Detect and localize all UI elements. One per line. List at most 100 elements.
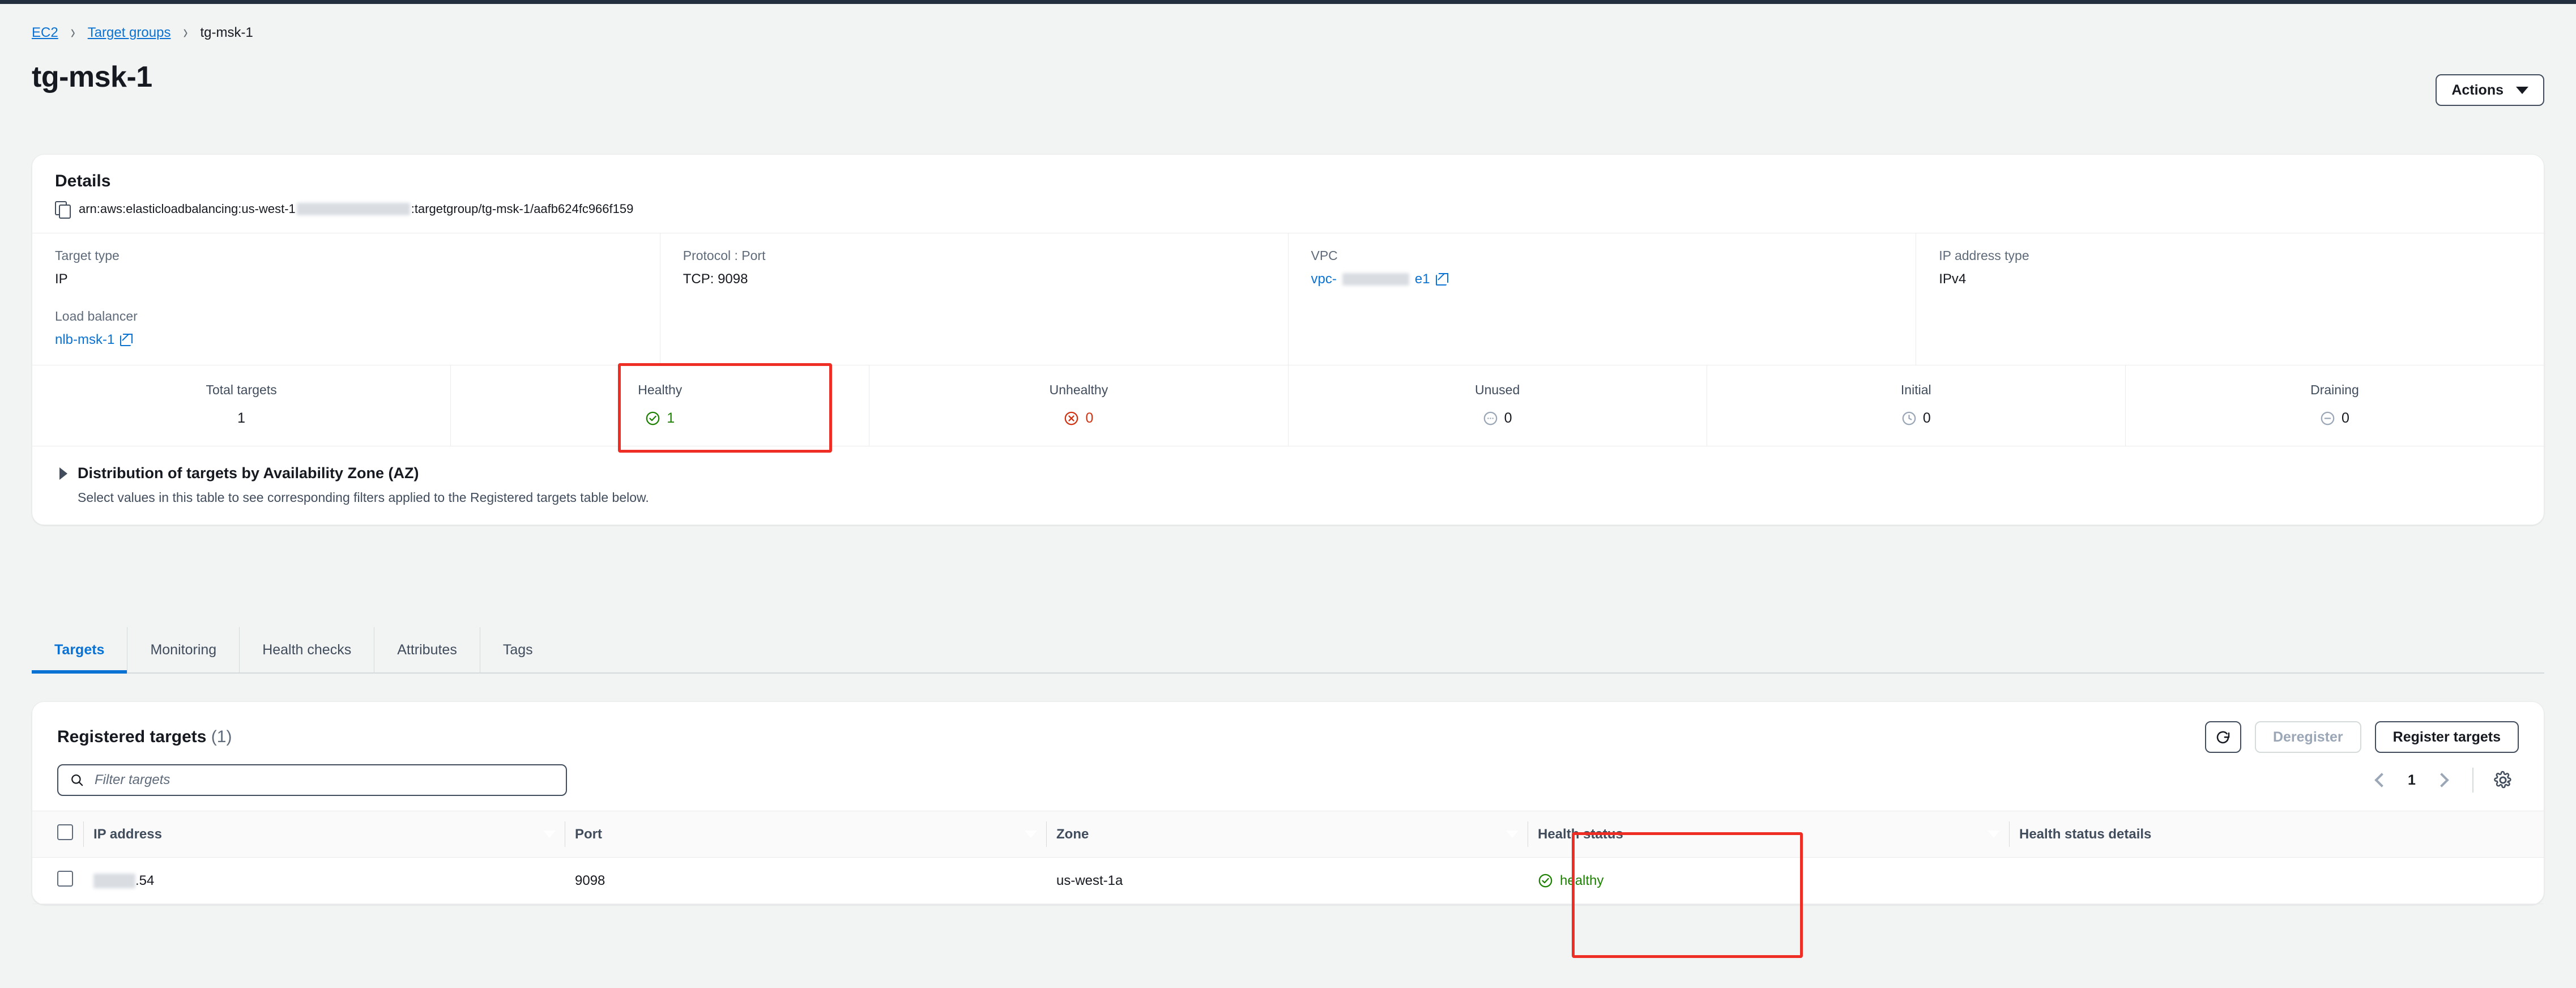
field-protocol-port: Protocol : Port TCP: 9098 (683, 248, 1265, 287)
tab-tags[interactable]: Tags (480, 627, 556, 672)
sort-icon[interactable] (542, 829, 557, 838)
search-icon (71, 774, 83, 786)
arn-prefix: arn:aws:elasticloadbalancing:us-west-1 (79, 202, 296, 216)
field-ip-address-type-value: IPv4 (1939, 271, 1967, 287)
cell-health-status-text: healthy (1560, 872, 1604, 888)
details-header: Details arn:aws:elasticloadbalancing:us-… (32, 155, 2544, 233)
stat-unused-value-wrap: 0 (1289, 410, 1707, 427)
arn-redacted-account-id (296, 203, 410, 215)
filter-targets-input[interactable] (95, 772, 555, 788)
column-header-ip-address-label: IP address (93, 826, 162, 842)
table-settings-button[interactable] (2487, 764, 2519, 796)
stat-initial-label: Initial (1900, 382, 1931, 397)
table-header: IP address Port Zone Health status Healt… (32, 811, 2544, 858)
actions-button-label: Actions (2451, 82, 2504, 98)
column-divider (2009, 821, 2010, 847)
field-vpc-label: VPC (1311, 248, 1338, 263)
arn-suffix: :targetgroup/tg-msk-1/aafb624fc966f159 (411, 202, 634, 216)
column-header-zone[interactable]: Zone (1046, 811, 1528, 858)
chevron-down-icon (2516, 86, 2528, 94)
page-title: tg-msk-1 (32, 61, 152, 93)
stat-healthy-value: 1 (667, 410, 675, 426)
registered-targets-count: (1) (211, 727, 232, 746)
registered-targets-filter-row: 1 (32, 759, 2544, 811)
tab-monitoring[interactable]: Monitoring (127, 627, 240, 672)
pagination-page-number[interactable]: 1 (2399, 772, 2425, 789)
console-top-bar (0, 0, 2576, 4)
select-all-header (32, 811, 83, 858)
details-column-3: VPC vpc- e1 (1287, 233, 1916, 365)
stat-unused-value: 0 (1504, 410, 1512, 426)
stat-unhealthy-value-wrap: 0 (869, 410, 1287, 427)
copy-icon[interactable] (55, 201, 71, 219)
arn-row: arn:aws:elasticloadbalancing:us-west-1 :… (55, 201, 2521, 233)
x-circle-icon (1065, 411, 1078, 425)
stat-unused: Unused 0 (1287, 365, 1707, 446)
tab-targets[interactable]: Targets (32, 627, 128, 674)
refresh-icon (2216, 731, 2230, 744)
breadcrumb-item-ec2[interactable]: EC2 (32, 26, 58, 40)
tab-health-checks-label: Health checks (262, 641, 352, 658)
select-all-checkbox[interactable] (57, 824, 73, 840)
pagination-prev-button[interactable] (2365, 764, 2399, 796)
breadcrumb-separator-icon: › (70, 21, 75, 44)
sort-icon[interactable] (1505, 829, 1520, 838)
pagination: 1 (2365, 764, 2519, 796)
chevron-right-icon (2434, 773, 2449, 787)
dots-circle-icon (1483, 411, 1497, 425)
refresh-button[interactable] (2204, 721, 2241, 753)
column-header-ip-address[interactable]: IP address (83, 811, 565, 858)
details-card: Details arn:aws:elasticloadbalancing:us-… (32, 154, 2544, 525)
field-vpc-link[interactable]: vpc- e1 (1311, 271, 1448, 287)
field-protocol-port-label: Protocol : Port (683, 248, 766, 263)
tab-attributes[interactable]: Attributes (374, 627, 480, 672)
register-targets-button[interactable]: Register targets (2374, 721, 2519, 753)
external-link-icon (120, 333, 133, 346)
stat-total-targets: Total targets 1 (32, 365, 450, 446)
tab-targets-label: Targets (54, 641, 105, 658)
filter-targets-field[interactable] (57, 764, 567, 796)
vpc-id-prefix: vpc- (1311, 271, 1337, 287)
minus-circle-icon (2321, 411, 2335, 425)
cell-ip-address-suffix: .54 (135, 872, 155, 888)
table-row[interactable]: .54 9098 us-west-1a healthy (32, 857, 2544, 904)
distribution-title: Distribution of targets by Availability … (78, 465, 419, 482)
stat-total-targets-label: Total targets (206, 382, 277, 397)
breadcrumb-item-target-groups[interactable]: Target groups (88, 26, 171, 40)
distribution-toggle[interactable]: Distribution of targets by Availability … (59, 465, 2521, 482)
registered-targets-title: Registered targets (1) (57, 727, 232, 747)
field-load-balancer-link[interactable]: nlb-msk-1 (55, 332, 133, 348)
details-column-2: Protocol : Port TCP: 9098 (659, 233, 1288, 365)
stat-unhealthy-value: 0 (1085, 410, 1094, 426)
arn-text: arn:aws:elasticloadbalancing:us-west-1 :… (79, 202, 633, 216)
stat-total-targets-value: 1 (237, 410, 246, 426)
breadcrumb-separator-icon: › (183, 21, 188, 44)
stat-healthy-value-wrap: 1 (451, 410, 869, 427)
details-grid: Target type IP Load balancer nlb-msk-1 P… (32, 233, 2544, 365)
column-header-health-status[interactable]: Health status (1528, 811, 2009, 858)
sort-icon[interactable] (1986, 829, 2001, 838)
gear-icon (2494, 770, 2511, 789)
vpc-id-redacted (1342, 273, 1409, 286)
distribution-description: Select values in this table to see corre… (78, 490, 649, 505)
tab-tags-label: Tags (502, 641, 533, 658)
column-header-health-status-details[interactable]: Health status details (2009, 811, 2544, 858)
stat-draining: Draining 0 (2125, 365, 2544, 446)
registered-targets-table: IP address Port Zone Health status Healt… (32, 811, 2544, 904)
row-checkbox[interactable] (57, 871, 73, 887)
column-header-port[interactable]: Port (565, 811, 1046, 858)
tab-health-checks[interactable]: Health checks (240, 627, 375, 672)
status-badge: healthy (1538, 873, 2009, 889)
target-health-summary: Total targets 1 Healthy 1 Unhealthy 0 Un… (32, 363, 2544, 453)
cell-zone: us-west-1a (1046, 857, 1528, 904)
stat-initial: Initial 0 (1706, 365, 2125, 446)
distribution-section: Distribution of targets by Availability … (32, 446, 2544, 525)
pagination-next-button[interactable] (2425, 764, 2459, 796)
tab-monitoring-label: Monitoring (150, 641, 217, 658)
stat-draining-value: 0 (2341, 410, 2349, 426)
check-circle-icon (646, 411, 660, 425)
deregister-button[interactable]: Deregister (2254, 721, 2361, 753)
sort-icon[interactable] (1023, 829, 1038, 838)
actions-button[interactable]: Actions (2436, 74, 2544, 106)
breadcrumb: EC2 › Target groups › tg-msk-1 (32, 21, 253, 44)
